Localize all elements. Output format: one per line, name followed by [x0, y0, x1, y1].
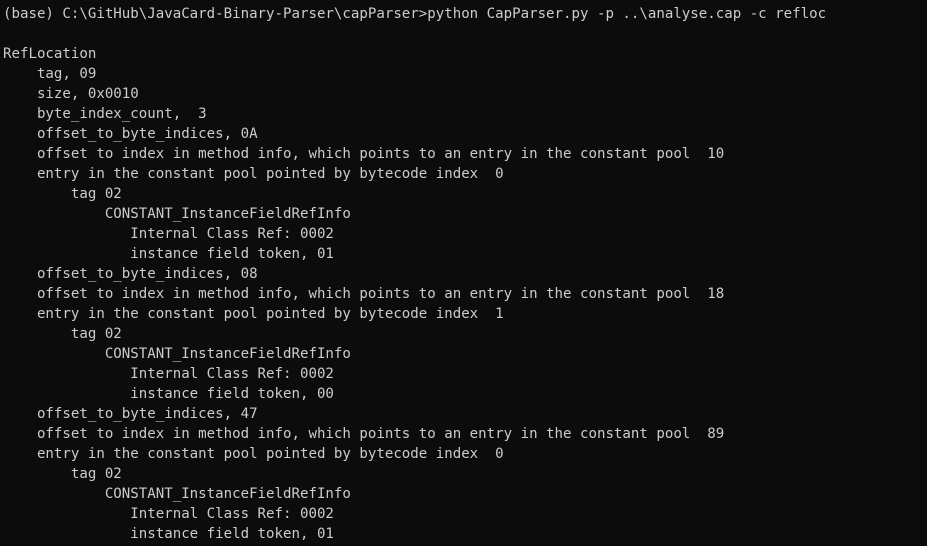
output-line: CONSTANT_InstanceFieldRefInfo — [3, 346, 351, 362]
output-line: offset_to_byte_indices, 0A — [3, 126, 258, 142]
output-line: Internal Class Ref: 0002 — [3, 506, 334, 522]
terminal-window[interactable]: (base) C:\GitHub\JavaCard-Binary-Parser\… — [0, 0, 927, 546]
output-line: tag 02 — [3, 326, 122, 342]
output-line: instance field token, 00 — [3, 386, 334, 402]
output-line: entry in the constant pool pointed by by… — [3, 446, 504, 462]
output-line: offset_to_byte_indices, 08 — [3, 266, 258, 282]
output-line: CONSTANT_InstanceFieldRefInfo — [3, 206, 351, 222]
output-line: entry in the constant pool pointed by by… — [3, 166, 504, 182]
section-header: RefLocation — [3, 46, 97, 62]
output-line: offset to index in method info, which po… — [3, 146, 725, 162]
output-line: tag 02 — [3, 466, 122, 482]
output-line: offset_to_byte_indices, 47 — [3, 406, 258, 422]
output-line: instance field token, 01 — [3, 246, 334, 262]
output-line: entry in the constant pool pointed by by… — [3, 306, 504, 322]
output-line: tag, 09 — [3, 66, 97, 82]
output-line: byte_index_count, 3 — [3, 106, 207, 122]
output-line: size, 0x0010 — [3, 86, 139, 102]
output-line: CONSTANT_InstanceFieldRefInfo — [3, 486, 351, 502]
command-prompt-line: (base) C:\GitHub\JavaCard-Binary-Parser\… — [3, 6, 827, 22]
output-line: Internal Class Ref: 0002 — [3, 226, 334, 242]
output-line: offset to index in method info, which po… — [3, 286, 725, 302]
output-line: offset to index in method info, which po… — [3, 426, 725, 442]
output-line: tag 02 — [3, 186, 122, 202]
output-line: instance field token, 01 — [3, 526, 334, 542]
output-line: Internal Class Ref: 0002 — [3, 366, 334, 382]
